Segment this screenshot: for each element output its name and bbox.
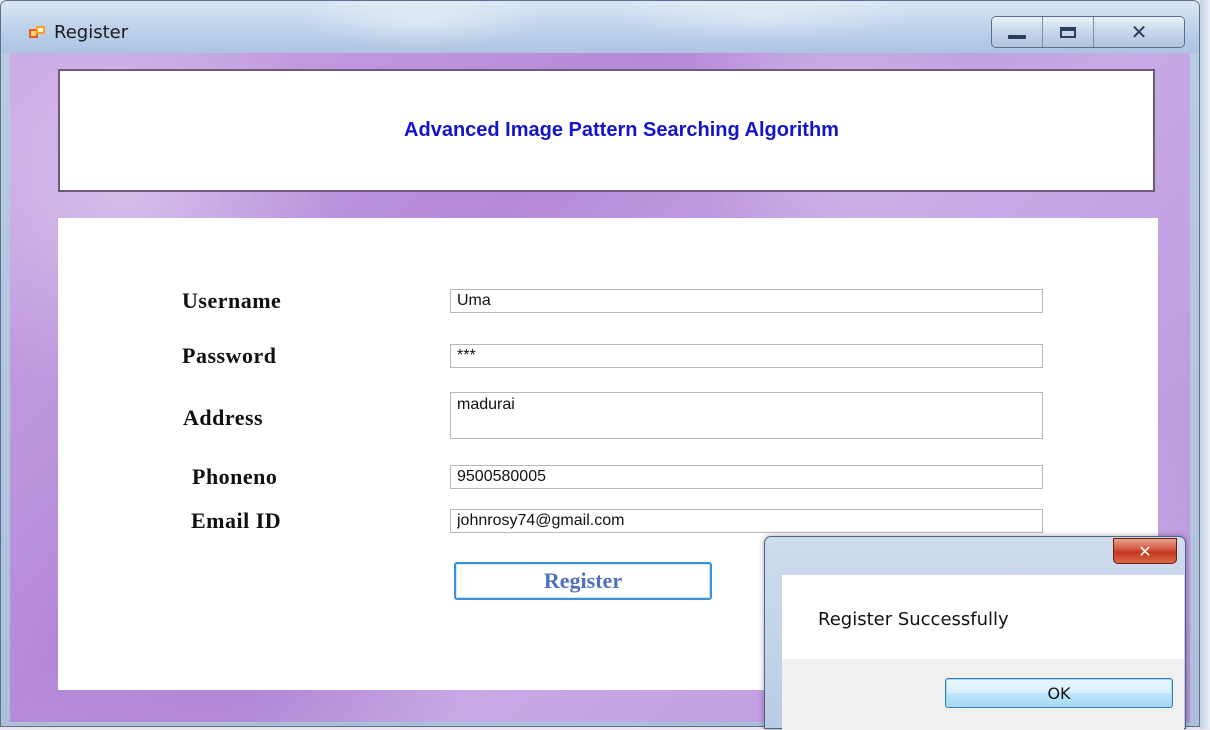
password-label: Password	[182, 343, 277, 368]
maximize-icon	[1060, 26, 1076, 38]
minimize-button[interactable]	[992, 17, 1043, 47]
close-button[interactable]: ✕	[1094, 17, 1184, 47]
username-label: Username	[182, 288, 282, 313]
email-label: Email ID	[191, 508, 282, 533]
ok-button[interactable]: OK	[945, 678, 1173, 708]
username-field[interactable]	[450, 289, 1043, 313]
email-field[interactable]	[450, 509, 1043, 533]
address-label: Address	[183, 405, 264, 430]
app-heading: Advanced Image Pattern Searching Algorit…	[404, 119, 839, 141]
message-text: Register Successfully	[818, 609, 1009, 630]
message-close-button[interactable]: ✕	[1113, 538, 1177, 564]
header-panel: Advanced Image Pattern Searching Algorit…	[58, 69, 1155, 192]
address-field[interactable]: madurai	[450, 392, 1043, 439]
minimize-icon	[1008, 35, 1026, 39]
phone-field[interactable]	[450, 465, 1043, 489]
message-box: ✕ Register Successfully OK	[764, 536, 1186, 730]
close-icon: ✕	[1130, 20, 1148, 44]
caption-buttons: ✕	[991, 16, 1185, 48]
background-window-edge	[1200, 0, 1210, 729]
message-body: Register Successfully	[782, 575, 1184, 659]
maximize-button[interactable]	[1043, 17, 1094, 47]
title-bar[interactable]: Register ✕	[1, 1, 1199, 53]
window-title: Register	[54, 22, 129, 43]
message-footer: OK	[782, 659, 1184, 730]
register-button[interactable]: Register	[454, 562, 712, 600]
close-icon: ✕	[1138, 541, 1152, 561]
password-field[interactable]	[450, 344, 1043, 368]
phone-label: Phoneno	[192, 464, 278, 489]
app-form-icon	[29, 26, 45, 38]
